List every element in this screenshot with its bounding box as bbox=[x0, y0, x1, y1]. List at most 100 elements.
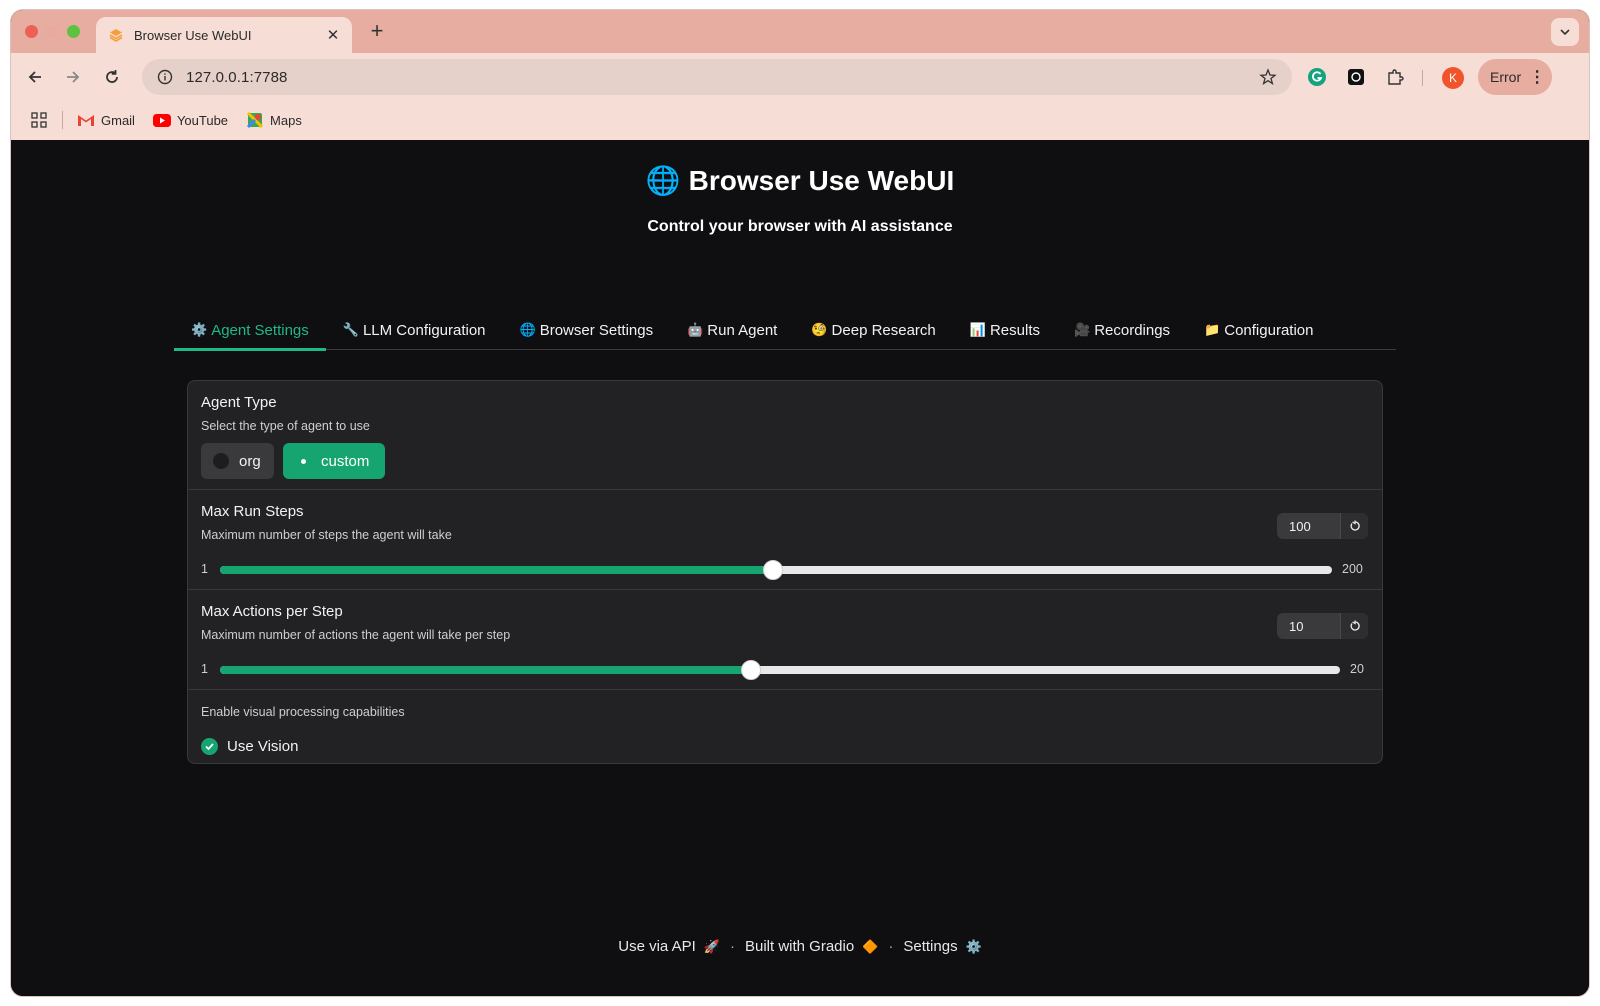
gear-icon: ⚙️ bbox=[191, 322, 208, 337]
close-window-button[interactable] bbox=[25, 25, 38, 38]
reset-icon[interactable] bbox=[1340, 613, 1368, 639]
tab-run-agent[interactable]: 🤖 Run Agent bbox=[670, 310, 794, 350]
forward-button[interactable] bbox=[59, 63, 87, 91]
browser-toolbar: 127.0.0.1:7788 K Error ⋮ bbox=[11, 53, 1589, 100]
page-footer: Use via API 🚀 · Built with Gradio 🔶 · Se… bbox=[11, 938, 1589, 955]
new-tab-icon[interactable]: + bbox=[365, 19, 389, 43]
profile-error-button[interactable]: Error ⋮ bbox=[1478, 59, 1552, 95]
page-title: 🌐 Browser Use WebUI bbox=[11, 164, 1589, 197]
tab-llm-configuration[interactable]: 🔧 LLM Configuration bbox=[326, 310, 503, 350]
tab-recordings[interactable]: 🎥 Recordings bbox=[1057, 310, 1187, 350]
slider-fill bbox=[220, 666, 751, 674]
grammarly-extension-icon[interactable] bbox=[1303, 63, 1331, 91]
settings-link[interactable]: Settings bbox=[903, 938, 957, 955]
page-subtitle: Control your browser with AI assistance bbox=[647, 218, 953, 235]
site-info-icon[interactable] bbox=[156, 68, 174, 86]
agent-type-label: Agent Type bbox=[201, 394, 277, 411]
settings-tabs: ⚙️ Agent Settings 🔧 LLM Configuration 🌐 Bro… bbox=[174, 310, 1396, 351]
chevron-down-icon bbox=[1560, 29, 1570, 36]
robot-icon: 🤖 bbox=[687, 322, 704, 337]
bookmark-maps[interactable]: Maps bbox=[246, 112, 302, 128]
slider-thumb[interactable] bbox=[763, 560, 784, 580]
tab-strip: Browser Use WebUI ✕ + bbox=[11, 10, 1589, 53]
tab-label: Deep Research bbox=[831, 321, 936, 339]
video-camera-icon: 🎥 bbox=[1074, 322, 1091, 337]
slider-fill bbox=[220, 566, 774, 574]
agent-settings-panel: Agent Type Select the type of agent to u… bbox=[187, 380, 1383, 764]
browser-tab[interactable]: Browser Use WebUI ✕ bbox=[96, 17, 352, 53]
tab-label: LLM Configuration bbox=[362, 321, 486, 339]
tab-results[interactable]: 📊 Results bbox=[953, 310, 1057, 350]
back-button[interactable] bbox=[21, 63, 49, 91]
bookmarks-divider bbox=[62, 111, 63, 129]
minimize-window-button[interactable] bbox=[46, 25, 59, 38]
max-actions-number[interactable]: 10 bbox=[1277, 613, 1368, 639]
max-run-steps-slider[interactable] bbox=[220, 560, 1332, 580]
bookmark-label: YouTube bbox=[176, 112, 229, 128]
max-actions-input[interactable]: 10 bbox=[1277, 619, 1340, 634]
radio-label: org bbox=[239, 452, 261, 470]
use-vision-description: Enable visual processing capabilities bbox=[201, 705, 405, 719]
bookmark-star-icon[interactable] bbox=[1258, 67, 1278, 87]
arrow-left-icon bbox=[28, 71, 41, 83]
bookmark-gmail[interactable]: Gmail bbox=[77, 112, 135, 128]
reload-button[interactable] bbox=[98, 63, 126, 91]
url-text: 127.0.0.1:7788 bbox=[186, 68, 288, 86]
built-with-gradio-link[interactable]: Built with Gradio bbox=[745, 938, 854, 955]
tab-label: Recordings bbox=[1094, 321, 1171, 339]
browser-tab-title: Browser Use WebUI bbox=[134, 27, 252, 43]
footer-separator: · bbox=[888, 938, 894, 955]
browser-window: Browser Use WebUI ✕ + 127.0.0.1:7788 K E… bbox=[11, 10, 1589, 996]
tab-label: Results bbox=[989, 321, 1040, 339]
tab-search-button[interactable] bbox=[1551, 18, 1579, 46]
use-vision-label: Use Vision bbox=[227, 738, 299, 755]
tab-browser-settings[interactable]: 🌐 Browser Settings bbox=[503, 310, 671, 350]
gear-icon: ⚙️ bbox=[965, 938, 982, 954]
gradio-favicon-icon bbox=[108, 27, 124, 43]
page-title-text: Browser Use WebUI bbox=[688, 164, 955, 196]
tab-deep-research[interactable]: 🧐 Deep Research bbox=[794, 310, 952, 350]
arrow-right-icon bbox=[67, 71, 80, 83]
bar-chart-icon: 📊 bbox=[969, 322, 986, 337]
bookmarks-bar: Gmail YouTube Maps bbox=[11, 100, 1589, 140]
slider-thumb[interactable] bbox=[740, 660, 761, 680]
maps-icon bbox=[246, 112, 264, 128]
radio-dot bbox=[213, 453, 229, 469]
max-run-steps-block: Max Run Steps Maximum number of steps th… bbox=[188, 490, 1382, 590]
maximize-window-button[interactable] bbox=[67, 25, 80, 38]
max-run-steps-number[interactable]: 100 bbox=[1277, 513, 1368, 539]
tab-label: Browser Settings bbox=[539, 321, 654, 339]
agent-type-custom-radio[interactable]: custom bbox=[283, 443, 385, 479]
tab-label: Configuration bbox=[1224, 321, 1314, 339]
reload-icon bbox=[106, 70, 118, 83]
use-vision-checkbox[interactable]: Use Vision bbox=[201, 738, 298, 755]
profile-avatar[interactable]: K bbox=[1442, 67, 1464, 89]
agent-type-org-radio[interactable]: org bbox=[201, 443, 274, 479]
tab-configuration[interactable]: 📁 Configuration bbox=[1187, 310, 1330, 350]
kebab-menu-icon[interactable]: ⋮ bbox=[1529, 67, 1545, 87]
footer-separator: · bbox=[729, 938, 735, 955]
tab-label: Agent Settings bbox=[211, 321, 309, 339]
rocket-icon: 🚀 bbox=[703, 938, 720, 954]
openai-extension-icon[interactable] bbox=[1342, 63, 1370, 91]
agent-type-block: Agent Type Select the type of agent to u… bbox=[188, 381, 1382, 490]
max-run-steps-input[interactable]: 100 bbox=[1277, 519, 1340, 534]
max-actions-label: Max Actions per Step bbox=[201, 603, 343, 620]
bookmark-label: Gmail bbox=[101, 112, 135, 128]
monocle-face-icon: 🧐 bbox=[811, 322, 828, 337]
extensions-puzzle-icon[interactable] bbox=[1381, 63, 1409, 91]
reset-icon[interactable] bbox=[1340, 513, 1368, 539]
tab-close-icon[interactable]: ✕ bbox=[324, 26, 342, 44]
slider-max-label: 20 bbox=[1350, 662, 1364, 676]
max-run-steps-description: Maximum number of steps the agent will t… bbox=[201, 528, 452, 542]
bookmark-youtube[interactable]: YouTube bbox=[152, 112, 229, 128]
apps-grid-icon[interactable] bbox=[30, 111, 48, 129]
slider-max-label: 200 bbox=[1342, 562, 1363, 576]
wrench-icon: 🔧 bbox=[342, 322, 359, 337]
use-via-api-link[interactable]: Use via API bbox=[618, 938, 696, 955]
max-actions-slider[interactable] bbox=[220, 660, 1340, 680]
address-bar[interactable]: 127.0.0.1:7788 bbox=[142, 59, 1292, 95]
toolbar-divider bbox=[1422, 70, 1423, 86]
checkmark-icon bbox=[201, 738, 218, 755]
tab-agent-settings[interactable]: ⚙️ Agent Settings bbox=[174, 310, 326, 351]
